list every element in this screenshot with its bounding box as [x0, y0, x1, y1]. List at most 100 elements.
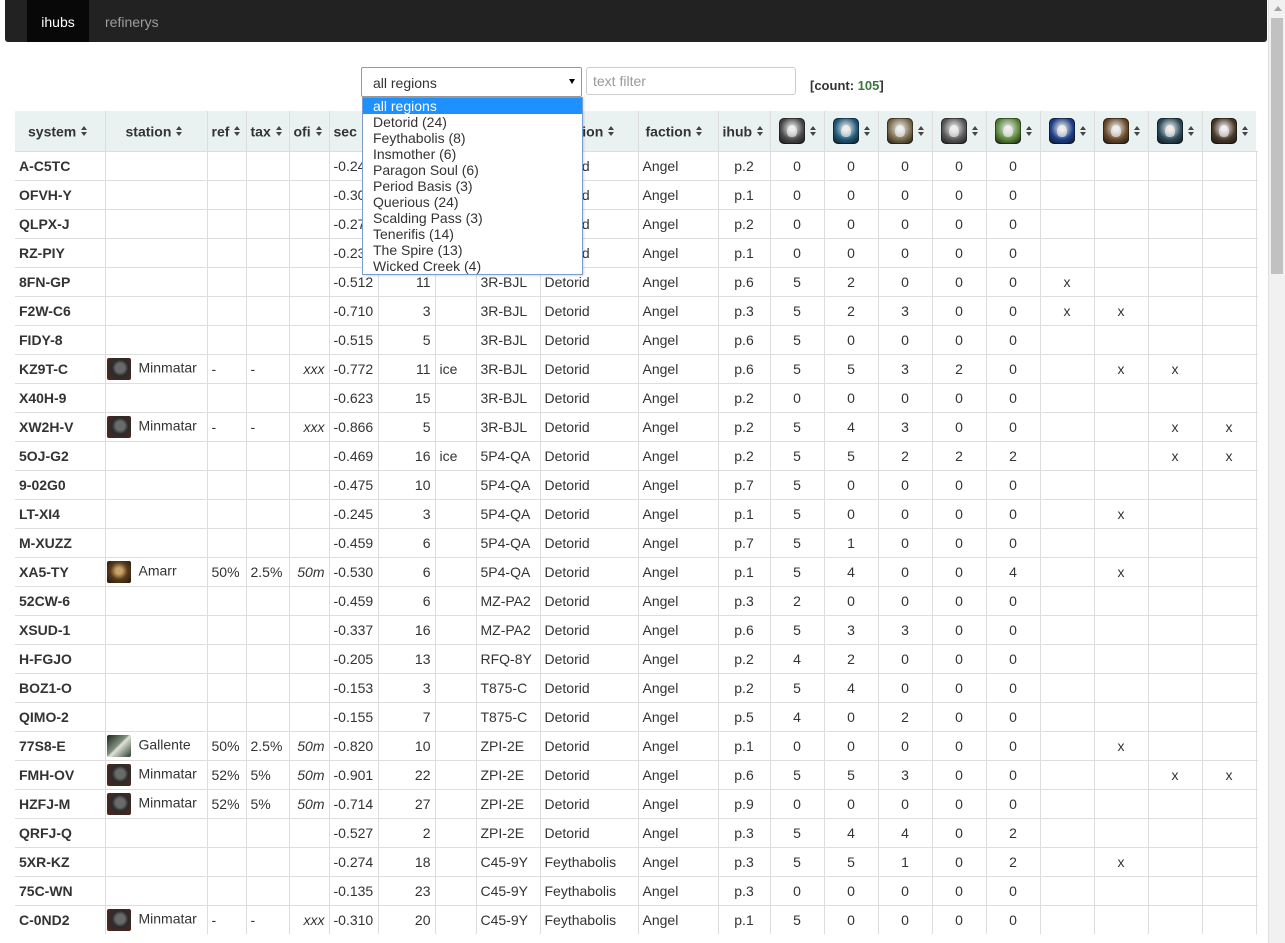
region-option[interactable]: all regions [363, 98, 582, 114]
system-link[interactable]: BOZ1-O [15, 672, 105, 702]
system-link[interactable]: XW2H-V [15, 411, 105, 441]
table-row[interactable]: 8FN-GP -0.512 11 3R-BJL Detorid Angel p.6 5 2 0 0 0… [15, 266, 1258, 296]
column-header-rat-8[interactable] [1201, 111, 1256, 151]
column-header-system[interactable]: system [15, 111, 105, 151]
region-option[interactable]: Paragon Soul (6) [363, 162, 582, 178]
table-row[interactable]: C-0ND2 Minmatar - - xxx -0.310 20 C45-9Y Feythab… [15, 904, 1258, 934]
region-option[interactable]: Tenerifis (14) [363, 226, 582, 242]
system-link[interactable]: 5XR-KZ [15, 846, 105, 876]
column-header-ref[interactable]: ref [206, 111, 246, 151]
table-row[interactable]: 52CW-6 -0.459 6 MZ-PA2 Detorid Angel p.3 2 0 0 0 0 [15, 585, 1258, 615]
table-row[interactable]: 75C-WN -0.135 23 C45-9Y Feythabolis Angel p.3 0… [15, 875, 1258, 905]
sort-icon[interactable] [608, 126, 615, 137]
column-header-ihub[interactable]: ihub [717, 111, 770, 151]
system-link[interactable]: 52CW-6 [15, 585, 105, 615]
column-header-rat-0[interactable] [769, 111, 824, 151]
system-link[interactable]: 75C-WN [15, 875, 105, 905]
table-row[interactable]: H-FGJO -0.205 13 RFQ-8Y Detorid Angel p.2 4 2 0 0 0 [15, 643, 1258, 673]
system-link[interactable]: F2W-C6 [15, 295, 105, 325]
sort-icon[interactable] [315, 126, 322, 137]
sort-icon[interactable] [275, 126, 282, 137]
table-row[interactable]: X40H-9 -0.623 15 3R-BJL Detorid Angel p.2 0 0 0 0 0 [15, 382, 1258, 412]
system-link[interactable]: M-XUZZ [15, 527, 105, 557]
table-row[interactable]: FIDY-8 -0.515 5 3R-BJL Detorid Angel p.6 5 0 0 0 0 [15, 324, 1258, 354]
system-link[interactable]: QIMO-2 [15, 701, 105, 731]
column-header-tax[interactable]: tax [245, 111, 289, 151]
region-select[interactable]: all regions [361, 67, 582, 97]
system-link[interactable]: 9-02G0 [15, 469, 105, 499]
table-row[interactable]: XW2H-V Minmatar - - xxx -0.866 5 3R-BJL Detorid A… [15, 411, 1258, 441]
table-row[interactable]: BOZ1-O -0.153 3 T875-C Detorid Angel p.2 5 4 0 0 0 [15, 672, 1258, 702]
tab-ihubs[interactable]: ihubs [27, 0, 89, 42]
system-link[interactable]: LT-XI4 [15, 498, 105, 528]
sort-icon[interactable] [809, 125, 816, 136]
table-row[interactable]: A-C5TC-0.24DetoridAngelp.200000 [15, 150, 1258, 180]
sort-icon[interactable] [234, 126, 241, 137]
system-link[interactable]: QRFJ-Q [15, 817, 105, 847]
system-link[interactable]: KZ9T-C [15, 353, 105, 383]
column-header-rat-6[interactable] [1093, 111, 1148, 151]
column-header-rat-1[interactable] [823, 111, 878, 151]
column-header-ofi[interactable]: ofi [288, 111, 329, 151]
system-link[interactable]: FMH-OV [15, 759, 105, 789]
table-row[interactable]: 9-02G0 -0.475 10 5P4-QA Detorid Angel p.7 5 0 0 0 0 [15, 469, 1258, 499]
table-row[interactable]: F2W-C6 -0.710 3 3R-BJL Detorid Angel p.3 5 2 3 0 0 x… [15, 295, 1258, 325]
sort-icon[interactable] [176, 126, 183, 137]
region-option[interactable]: Insmother (6) [363, 146, 582, 162]
region-option[interactable]: Querious (24) [363, 194, 582, 210]
region-option[interactable]: Wicked Creek (4) [363, 258, 582, 274]
table-row[interactable]: 5OJ-G2 -0.469 16 ice 5P4-QA Detorid Angel p.2 5 5… [15, 440, 1258, 470]
table-row[interactable]: RZ-PIY-0.23DetoridAngelp.100000 [15, 237, 1258, 267]
scroll-up-arrow-icon[interactable] [1274, 6, 1282, 11]
system-link[interactable]: X40H-9 [15, 382, 105, 412]
region-dropdown-list[interactable]: all regions Detorid (24) Feythabolis (8) In… [362, 97, 583, 275]
column-header-rat-7[interactable] [1147, 111, 1202, 151]
system-link[interactable]: 77S8-E [15, 730, 105, 760]
page-scrollbar[interactable] [1268, 0, 1285, 943]
sort-icon[interactable] [1241, 125, 1248, 136]
system-link[interactable]: FIDY-8 [15, 324, 105, 354]
column-header-rat-4[interactable] [985, 111, 1040, 151]
sort-icon[interactable] [1187, 125, 1194, 136]
system-link[interactable]: A-C5TC [15, 150, 105, 180]
region-option[interactable]: Period Basis (3) [363, 178, 582, 194]
sort-icon[interactable] [1079, 125, 1086, 136]
sort-icon[interactable] [1025, 125, 1032, 136]
table-row[interactable]: QLPX-J-0.27DetoridAngelp.200000 [15, 208, 1258, 238]
sort-icon[interactable] [696, 126, 703, 137]
sort-icon[interactable] [971, 125, 978, 136]
column-header-rat-3[interactable] [931, 111, 986, 151]
table-row[interactable]: XSUD-1 -0.337 16 MZ-PA2 Detorid Angel p.6 5 3 3 0 0 [15, 614, 1258, 644]
system-link[interactable]: HZFJ-M [15, 788, 105, 818]
system-link[interactable]: QLPX-J [15, 208, 105, 238]
sort-icon[interactable] [1133, 125, 1140, 136]
table-row[interactable]: HZFJ-M Minmatar 52% 5% 50m -0.714 27 ZPI-2E Deto… [15, 788, 1258, 818]
region-option[interactable]: The Spire (13) [363, 242, 582, 258]
region-option[interactable]: Scalding Pass (3) [363, 210, 582, 226]
table-row[interactable]: M-XUZZ -0.459 6 5P4-QA Detorid Angel p.7 5 1 0 0 0 [15, 527, 1258, 557]
table-row[interactable]: QRFJ-Q -0.527 2 ZPI-2E Detorid Angel p.3 5 4 4 0 2 [15, 817, 1258, 847]
column-header-rat-5[interactable] [1039, 111, 1094, 151]
table-row[interactable]: KZ9T-C Minmatar - - xxx -0.772 11 ice 3R-BJL Deto… [15, 353, 1258, 383]
table-row[interactable]: 77S8-E Gallente 50% 2.5% 50m -0.820 10 ZPI-2E De… [15, 730, 1258, 760]
system-link[interactable]: RZ-PIY [15, 237, 105, 267]
table-row[interactable]: QIMO-2 -0.155 7 T875-C Detorid Angel p.5 4 0 2 0 0 [15, 701, 1258, 731]
system-link[interactable]: H-FGJO [15, 643, 105, 673]
table-row[interactable]: FMH-OV Minmatar 52% 5% 50m -0.901 22 ZPI-2E Deto… [15, 759, 1258, 789]
tab-refinerys[interactable]: refinerys [105, 0, 165, 42]
sort-icon[interactable] [757, 126, 764, 137]
table-row[interactable]: OFVH-Y-0.30DetoridAngelp.100000 [15, 179, 1258, 209]
system-link[interactable]: OFVH-Y [15, 179, 105, 209]
column-header-station[interactable]: station [104, 111, 207, 151]
region-option[interactable]: Feythabolis (8) [363, 130, 582, 146]
system-link[interactable]: XSUD-1 [15, 614, 105, 644]
column-header-faction[interactable]: faction [637, 111, 718, 151]
system-link[interactable]: XA5-TY [15, 556, 105, 586]
column-header-rat-2[interactable] [877, 111, 932, 151]
region-option[interactable]: Detorid (24) [363, 114, 582, 130]
scrollbar-thumb[interactable] [1271, 18, 1283, 274]
text-filter-input[interactable] [586, 67, 796, 95]
system-link[interactable]: 8FN-GP [15, 266, 105, 296]
system-link[interactable]: 5OJ-G2 [15, 440, 105, 470]
table-row[interactable]: 5XR-KZ -0.274 18 C45-9Y Feythabolis Angel p.3 5… [15, 846, 1258, 876]
